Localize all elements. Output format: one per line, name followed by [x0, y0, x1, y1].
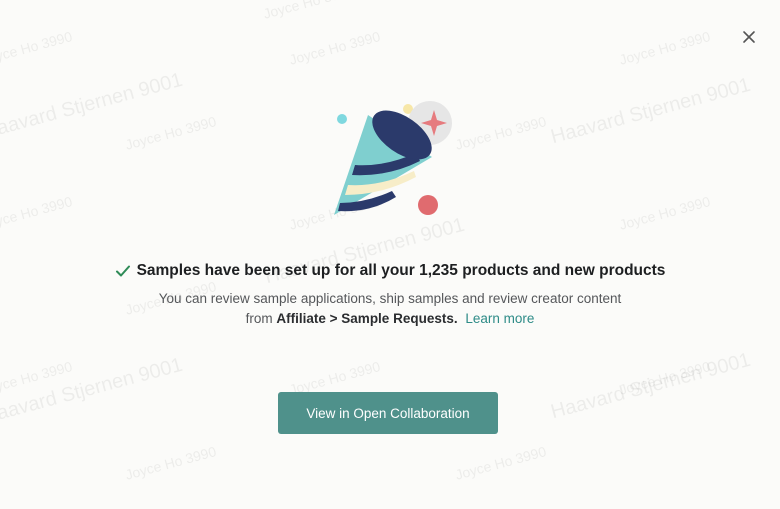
view-in-open-collaboration-button[interactable]: View in Open Collaboration: [278, 392, 498, 434]
affiliate-label: Affiliate: [276, 311, 326, 326]
watermark: Haavard Stjernen 9001: [548, 348, 753, 424]
watermark: Haavard Stjernen 9001: [0, 353, 185, 429]
close-button[interactable]: [740, 28, 758, 46]
learn-more-link[interactable]: Learn more: [465, 311, 534, 326]
description-from: from: [245, 311, 273, 326]
watermark: Joyce Ho 3990: [617, 193, 712, 233]
success-modal: Joyce Ho 3990 Joyce Ho 3990 Joyce Ho 399…: [0, 0, 780, 509]
watermark: Joyce Ho 3990: [0, 358, 74, 398]
watermark: Joyce Ho 3990: [123, 443, 218, 483]
watermark: Joyce Ho 3990: [261, 0, 356, 22]
headline-text: Samples have been set up for all your 1,…: [136, 262, 666, 279]
close-icon: [743, 31, 755, 43]
check-icon: [115, 265, 130, 277]
description: You can review sample applications, ship…: [0, 289, 780, 329]
watermark: Joyce Ho 3990: [123, 113, 218, 153]
watermark: Joyce Ho 3990: [453, 443, 548, 483]
success-headline: Samples have been set up for all your 1,…: [0, 262, 780, 280]
watermark: Joyce Ho 3990: [617, 28, 712, 68]
description-line-1: You can review sample applications, ship…: [158, 291, 622, 306]
watermark: Haavard Stjernen 9001: [0, 68, 185, 144]
watermark: Joyce Ho 3990: [0, 193, 74, 233]
watermark: Joyce Ho 3990: [0, 28, 74, 68]
sample-requests-label: Sample Requests.: [341, 311, 458, 326]
description-line-2: from Affiliate > Sample Requests. Learn …: [0, 309, 780, 329]
party-popper-illustration: [330, 95, 460, 225]
path-separator: >: [329, 311, 338, 326]
watermark: Joyce Ho 3990: [617, 358, 712, 398]
party-popper-icon: [334, 101, 452, 215]
watermark: Haavard Stjernen 9001: [548, 73, 753, 149]
watermark: Joyce Ho 3990: [287, 28, 382, 68]
watermark: Joyce Ho 3990: [453, 113, 548, 153]
